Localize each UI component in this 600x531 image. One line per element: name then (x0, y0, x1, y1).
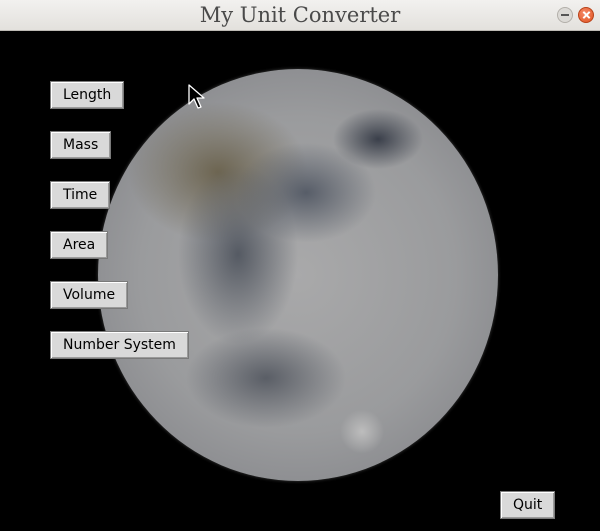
close-icon[interactable] (578, 7, 594, 23)
title-bar[interactable]: My Unit Converter (0, 0, 600, 31)
number-system-button[interactable]: Number System (50, 331, 189, 359)
minimize-icon[interactable] (557, 7, 573, 23)
quit-button[interactable]: Quit (500, 491, 556, 519)
mouse-cursor-icon (188, 84, 205, 109)
time-button[interactable]: Time (50, 181, 111, 209)
app-window: My Unit Converter Length Mass Time Area … (0, 0, 600, 531)
length-button[interactable]: Length (50, 81, 125, 109)
window-title: My Unit Converter (199, 3, 401, 27)
area-button[interactable]: Area (50, 231, 109, 259)
volume-button[interactable]: Volume (50, 281, 129, 309)
moon-background-image (98, 69, 498, 481)
main-content: Length Mass Time Area Volume Number Syst… (0, 31, 600, 531)
mass-button[interactable]: Mass (50, 131, 112, 159)
